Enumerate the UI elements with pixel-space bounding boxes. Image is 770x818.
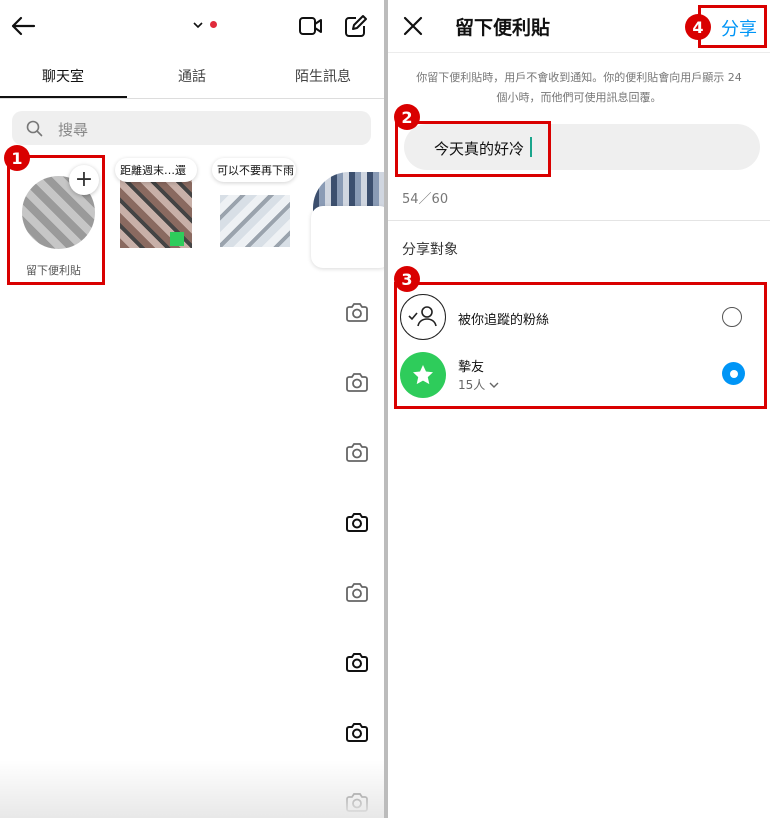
note-bubble-3[interactable] <box>311 206 385 268</box>
step-badge-4: 4 <box>685 14 711 40</box>
note-bubble-1[interactable]: 距離週末…還 <box>115 158 197 182</box>
tab-requests[interactable]: 陌生訊息 <box>295 66 351 86</box>
camera-icon[interactable] <box>345 581 369 603</box>
step-badge-1: 1 <box>4 145 30 171</box>
camera-icon[interactable] <box>345 721 369 743</box>
camera-icon[interactable] <box>345 441 369 463</box>
camera-icon[interactable] <box>345 301 369 323</box>
header-divider <box>388 52 770 53</box>
inbox-pane: 聊天室 通話 陌生訊息 搜尋 + 留下便利貼 1 距離週末…還 可以不要再下雨 <box>0 0 385 818</box>
highlight-box-3 <box>394 282 767 409</box>
step-badge-2: 2 <box>394 104 420 130</box>
back-icon[interactable] <box>10 14 36 38</box>
online-status-icon <box>170 232 184 246</box>
tab-calls[interactable]: 通話 <box>178 66 206 86</box>
search-icon <box>26 120 43 137</box>
note-bubble-2[interactable]: 可以不要再下雨 <box>212 158 296 182</box>
leave-note-pane: 留下便利貼 分享 4 你留下便利貼時，用戶不會收到通知。你的便利貼會向用戶顯示 … <box>388 0 770 818</box>
character-counter: 54／60 <box>402 192 449 207</box>
new-message-icon[interactable] <box>343 13 369 39</box>
page-title: 留下便利貼 <box>455 17 551 39</box>
notification-dot <box>210 21 217 28</box>
friend-avatar-2[interactable] <box>220 195 290 247</box>
highlight-box-2 <box>395 121 551 177</box>
tab-divider <box>0 98 385 99</box>
highlight-box-1 <box>7 155 105 285</box>
video-call-icon[interactable] <box>298 14 324 38</box>
search-input[interactable]: 搜尋 <box>12 111 371 145</box>
camera-icon[interactable] <box>345 511 369 533</box>
tab-chats[interactable]: 聊天室 <box>42 66 84 86</box>
note-info-line-2: 個小時，而他們可使用訊息回覆。 <box>496 91 662 104</box>
bottom-shadow <box>0 760 385 818</box>
share-with-title: 分享對象 <box>402 242 458 258</box>
section-divider <box>388 220 770 221</box>
step-badge-3: 3 <box>394 266 420 292</box>
camera-icon[interactable] <box>345 371 369 393</box>
account-switch-chevron-icon[interactable] <box>192 20 204 30</box>
camera-icon[interactable] <box>345 651 369 673</box>
note-info-line-1: 你留下便利貼時，用戶不會收到通知。你的便利貼會向用戶顯示 24 <box>416 71 742 84</box>
close-icon[interactable] <box>402 15 424 37</box>
note-info-text: 你留下便利貼時，用戶不會收到通知。你的便利貼會向用戶顯示 24 個小時，而他們可… <box>400 68 758 108</box>
search-placeholder: 搜尋 <box>58 121 89 139</box>
